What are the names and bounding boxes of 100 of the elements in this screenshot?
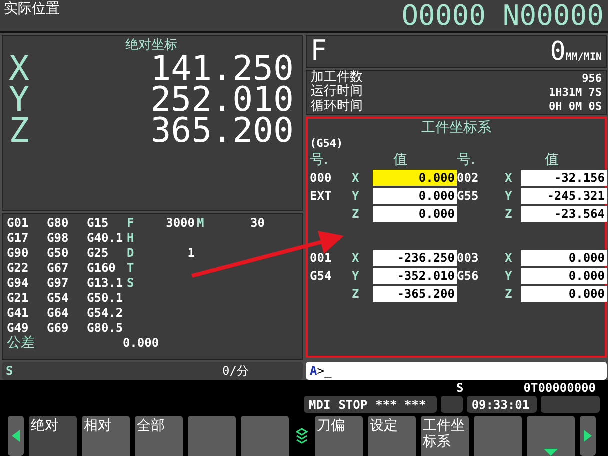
status-box (541, 396, 600, 413)
axis-value: 252.010 (150, 85, 294, 116)
tool-status: 0T00000000 (524, 381, 596, 395)
column-header: 值 (392, 151, 408, 169)
offset-number: 003 (457, 251, 480, 265)
softkey[interactable]: 刀偏 (315, 416, 363, 456)
column-header: 值 (544, 151, 560, 169)
axis-label: X (504, 171, 514, 185)
address-letter: S (127, 276, 136, 291)
more-softkey[interactable] (527, 416, 575, 456)
g-code: G80.5 (87, 321, 124, 336)
g-code: G98 (47, 231, 70, 246)
g-code: G64 (47, 306, 70, 321)
axis-label: Y (351, 269, 360, 283)
offset-value-field[interactable]: 0.000 (373, 206, 457, 222)
counter-label: 加工件数 (311, 71, 363, 86)
axis-label: Z (351, 287, 360, 301)
softkey[interactable]: 相对 (82, 416, 130, 456)
address-letter: T (127, 261, 136, 276)
g-code: G17 (7, 231, 30, 246)
offset-value-field[interactable]: -245.321 (521, 188, 607, 204)
g-code: G97 (47, 276, 70, 291)
axis-label: Y (351, 189, 360, 203)
axis-label: Y (504, 189, 514, 203)
g-code: G94 (7, 276, 30, 291)
counter-value: 0H 0M 0S (549, 100, 602, 114)
clock-time: 09:33:01 (472, 398, 530, 412)
offset-value-field[interactable]: -352.010 (373, 268, 457, 284)
g-code: G54.2 (87, 306, 124, 321)
address-letter: M (196, 216, 206, 231)
address-letter: D (127, 246, 136, 261)
softkey[interactable]: 绝对 (29, 416, 77, 456)
feed-unit: MM/MIN (566, 52, 602, 63)
counter-value: 1H31M 7S (549, 86, 602, 99)
offset-value-field[interactable]: 0.000 (521, 268, 607, 284)
g-code: G49 (7, 321, 30, 336)
offset-value-field[interactable]: 0.000 (521, 286, 607, 302)
program-number: O0000 N00000 (402, 0, 604, 32)
offset-value-field[interactable]: -236.250 (373, 250, 457, 266)
g-code: G40.1 (87, 231, 124, 246)
panel-title: 绝对坐标 (126, 38, 178, 54)
g-code: G13.1 (87, 276, 124, 291)
g-code: G25 (87, 246, 110, 261)
address-letter: H (127, 231, 136, 246)
offset-value-field[interactable]: -32.156 (521, 170, 607, 186)
g-code: G21 (7, 291, 30, 306)
g-code: G67 (47, 261, 70, 276)
offset-name: EXT (310, 189, 333, 203)
address-letter: F (127, 216, 136, 231)
offset-value-field[interactable]: -23.564 (521, 206, 607, 222)
alarm-text: *** *** (376, 398, 426, 412)
counter-value: 956 (582, 72, 602, 85)
right-triangle-icon (584, 430, 592, 442)
screen-title: 实际位置 (4, 0, 60, 18)
axis-label: X (504, 251, 514, 265)
counter-label: 循环时间 (311, 100, 363, 114)
left-triangle-icon (12, 430, 20, 442)
offset-name: G54 (310, 269, 333, 283)
axis-label: X (351, 171, 360, 185)
previous-page-button[interactable] (8, 416, 24, 456)
softkey[interactable]: 工件坐标系 (421, 416, 469, 456)
offset-value-field[interactable]: 0.000 (373, 170, 457, 186)
state-text: STOP (338, 398, 368, 412)
g-code: G160 (87, 261, 117, 276)
address-value: 30 (250, 216, 265, 231)
offset-value-field[interactable]: 0.000 (521, 250, 607, 266)
spindle-label: S (6, 364, 14, 378)
softkey[interactable]: 设定 (368, 416, 416, 456)
g-code: G54 (47, 291, 70, 306)
input-field[interactable]: A>_ (306, 362, 607, 380)
axis-label: Z (9, 116, 30, 147)
spindle-speed: 0/分 (222, 362, 249, 380)
axis-label: X (351, 251, 360, 265)
feed-label: F (311, 35, 328, 67)
down-triangle-icon (544, 449, 558, 456)
offset-value-field[interactable]: -365.200 (373, 286, 457, 302)
g-code: G69 (47, 321, 70, 336)
offset-name: G56 (457, 269, 480, 283)
g-code: G22 (7, 261, 30, 276)
mode-text: MDI (309, 398, 331, 412)
g-code: G50 (47, 246, 70, 261)
axis-label: Z (504, 207, 514, 221)
g-code: G01 (7, 216, 30, 231)
tolerance-label: 公差 (7, 336, 36, 351)
offset-number: 002 (457, 171, 480, 185)
panel-title: 工件坐标系 (422, 119, 492, 137)
tolerance-value: 0.000 (122, 336, 160, 351)
axis-label: Z (504, 287, 514, 301)
layers-icon[interactable] (296, 428, 308, 444)
offset-name: G55 (457, 189, 480, 203)
offset-value-field[interactable]: 0.000 (373, 188, 457, 204)
axis-label: Z (351, 207, 360, 221)
spindle-status: S (456, 381, 464, 395)
softkey[interactable]: 全部 (135, 416, 183, 456)
offset-number: 000 (310, 171, 333, 185)
column-header: 号. (457, 151, 476, 169)
axis-label: Y (9, 85, 30, 116)
g-code: G50.1 (87, 291, 124, 306)
axis-label: Y (504, 269, 514, 283)
next-page-button[interactable] (580, 416, 596, 456)
